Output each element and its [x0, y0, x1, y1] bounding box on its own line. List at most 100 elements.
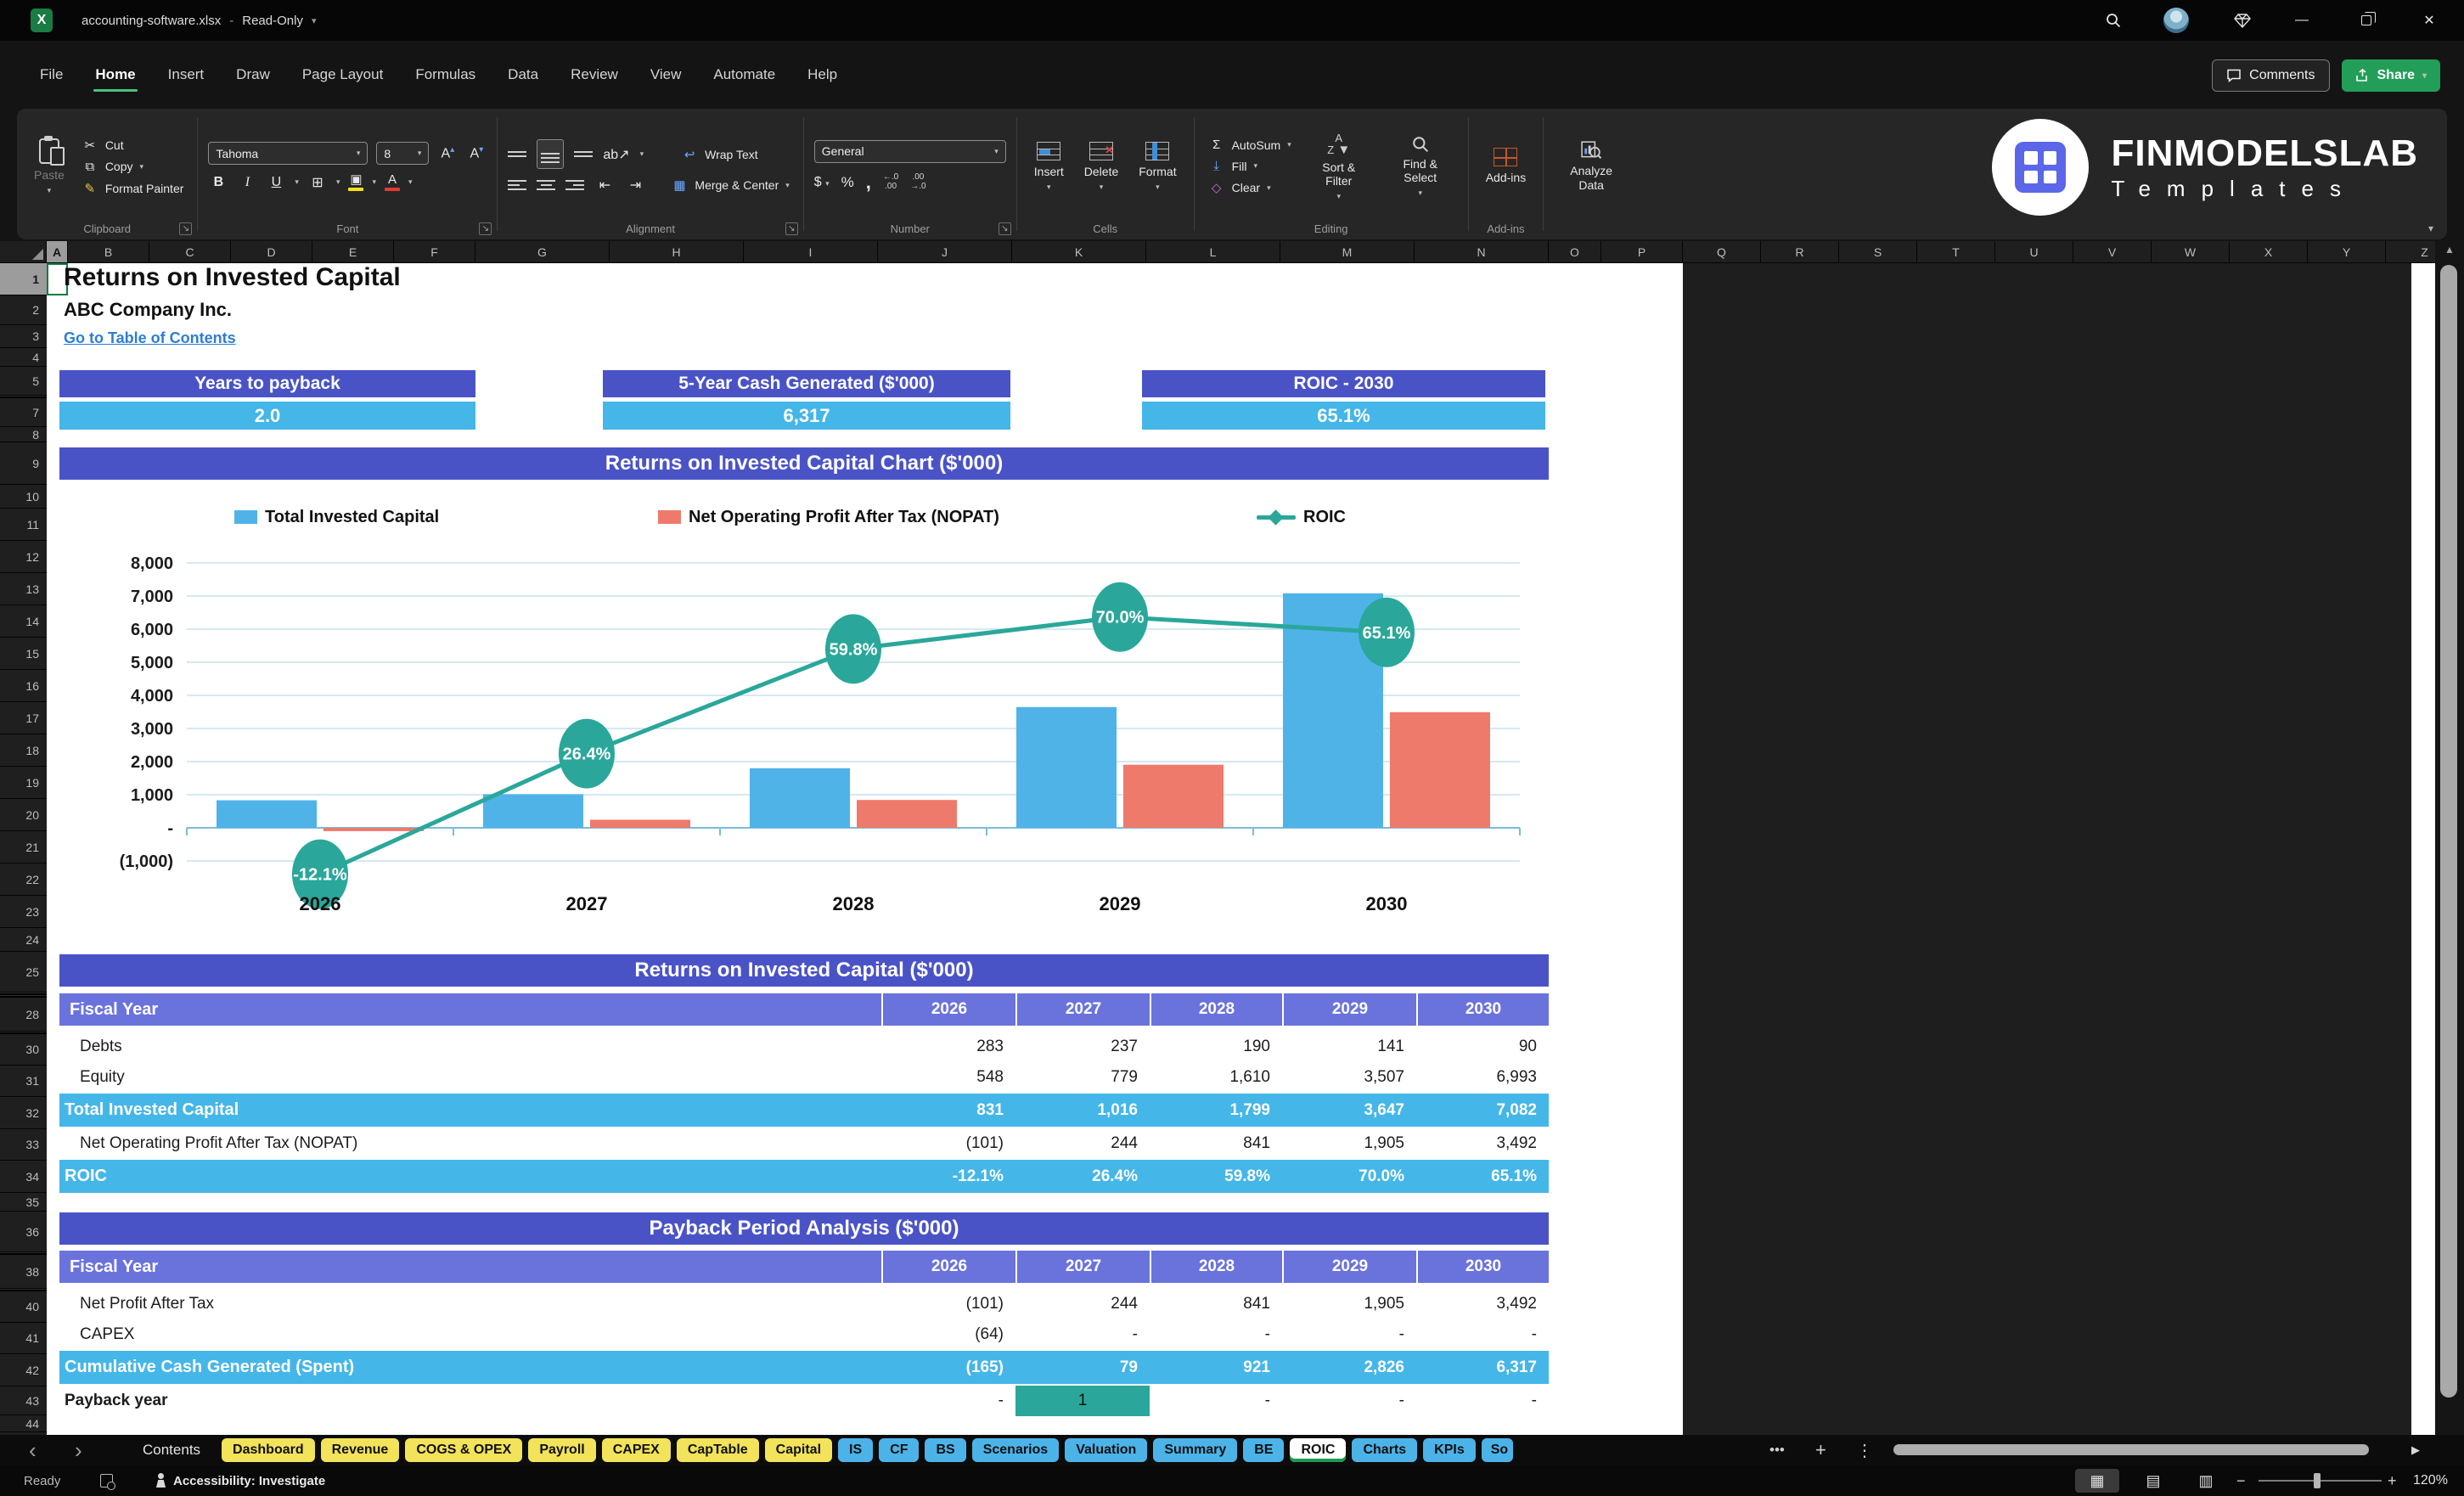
vertical-scrollbar[interactable]: ▲ [2435, 241, 2464, 1435]
comments-button[interactable]: Comments [2212, 59, 2330, 92]
menu-tab-page-layout[interactable]: Page Layout [288, 58, 397, 92]
increase-font-button[interactable]: A▴ [437, 145, 458, 161]
cell-2027[interactable]: 244 [1015, 1289, 1150, 1319]
fiscal-year-2028[interactable]: 2028 [1150, 993, 1282, 1026]
menu-tab-automate[interactable]: Automate [699, 58, 790, 92]
cell-2026[interactable]: (64) [881, 1319, 1015, 1350]
row-header-38[interactable]: 38 [0, 1255, 47, 1289]
column-header-O[interactable]: O [1549, 241, 1601, 263]
column-header-P[interactable]: P [1601, 241, 1683, 263]
cell-2026[interactable]: 831 [881, 1094, 1015, 1127]
cell-2028[interactable]: 1,799 [1150, 1094, 1282, 1127]
cell-2026[interactable]: (165) [881, 1351, 1015, 1384]
cell-2030[interactable]: - [1416, 1386, 1549, 1416]
cell-2028[interactable]: 59.8% [1150, 1160, 1282, 1193]
sheet-tab-valuation[interactable]: Valuation [1065, 1438, 1148, 1462]
font-color-button[interactable]: A [385, 173, 400, 191]
cell-2026[interactable]: (101) [881, 1128, 1015, 1159]
sheet-tab-dashboard[interactable]: Dashboard [222, 1438, 315, 1462]
restore-button[interactable] [2352, 7, 2381, 34]
page-layout-view-button[interactable]: ▤ [2131, 1469, 2175, 1493]
cell-2028[interactable]: 921 [1150, 1351, 1282, 1384]
number-dialog-launcher[interactable]: ↘ [998, 222, 1011, 235]
row-header-15[interactable]: 15 [0, 638, 47, 670]
cell-2028[interactable]: 841 [1150, 1289, 1282, 1319]
row-header-32[interactable]: 32 [0, 1097, 47, 1129]
cell-2029[interactable]: 141 [1282, 1032, 1416, 1062]
menu-tab-formulas[interactable]: Formulas [401, 58, 490, 92]
row-header-13[interactable]: 13 [0, 573, 47, 605]
kpi-value-2[interactable]: 6,317 [603, 402, 1010, 430]
row-header-16[interactable]: 16 [0, 670, 47, 702]
column-header-F[interactable]: F [394, 241, 475, 263]
cell-2030[interactable]: 3,492 [1416, 1128, 1549, 1159]
align-right-icon[interactable] [565, 178, 585, 192]
sheet-tab-scenarios[interactable]: Scenarios [971, 1438, 1060, 1462]
bar-nopat-2030[interactable] [1390, 711, 1490, 828]
orientation-chevron[interactable]: ▾ [640, 149, 644, 159]
cell-2029[interactable]: 1,905 [1282, 1289, 1416, 1319]
sheet-tab-kpis[interactable]: KPIs [1423, 1438, 1476, 1462]
column-header-G[interactable]: G [475, 241, 610, 263]
row-header-2[interactable]: 2 [0, 295, 47, 325]
row-header-40[interactable]: 40 [0, 1291, 47, 1323]
table-row-roic-5[interactable]: ROIC -12.1% 26.4% 59.8% 70.0% 65.1% [59, 1160, 1549, 1193]
account-button[interactable] [2162, 7, 2191, 34]
cell-2029[interactable]: - [1282, 1319, 1416, 1350]
sheet-tab-summary[interactable]: Summary [1153, 1438, 1238, 1462]
cell-2026[interactable]: 283 [881, 1032, 1015, 1062]
row-header-24[interactable]: 24 [0, 928, 47, 952]
bar-nopat-2026[interactable] [323, 828, 424, 831]
row-header-28[interactable]: 28 [0, 998, 47, 1032]
percent-format-button[interactable]: % [841, 174, 854, 191]
cell-2026[interactable]: (101) [881, 1289, 1015, 1319]
cell-2027[interactable]: 244 [1015, 1128, 1150, 1159]
cell-2027[interactable]: 79 [1015, 1351, 1150, 1384]
sheet-tab-payroll[interactable]: Payroll [528, 1438, 596, 1462]
row-header-1[interactable]: 1 [0, 263, 47, 295]
align-bottom-icon[interactable] [574, 148, 593, 161]
column-header-A[interactable]: A [47, 241, 68, 263]
decrease-font-button[interactable]: A▾ [466, 145, 487, 161]
accessibility-button[interactable]: Accessibility: Investigate [155, 1465, 325, 1496]
close-button[interactable]: ✕ [2415, 7, 2444, 34]
cell-2029[interactable]: 70.0% [1282, 1160, 1416, 1193]
font-size-select[interactable]: 8 ▾ [376, 142, 430, 165]
italic-button[interactable]: I [237, 175, 257, 190]
cell-2028[interactable]: 190 [1150, 1032, 1282, 1062]
fiscal-year-2028[interactable]: 2028 [1150, 1251, 1282, 1283]
row-header-19[interactable]: 19 [0, 767, 47, 799]
kpi-header-2[interactable]: 5-Year Cash Generated ($'000) [603, 370, 1010, 397]
row-header-9[interactable]: 9 [0, 442, 47, 485]
table-banner-roic[interactable]: Returns on Invested Capital ($'000) [59, 954, 1549, 987]
bar-invested-capital-2028[interactable] [750, 768, 850, 828]
fiscal-year-2027[interactable]: 2027 [1015, 993, 1150, 1026]
copy-button[interactable]: ⧉ Copy ▾ [78, 159, 188, 175]
sheet-tab-contents[interactable]: Contents [127, 1438, 216, 1462]
format-cells-button[interactable]: Format ▾ [1132, 138, 1183, 194]
column-header-L[interactable]: L [1146, 241, 1280, 263]
column-header-Y[interactable]: Y [2308, 241, 2386, 263]
column-header-I[interactable]: I [744, 241, 878, 263]
column-header-N[interactable]: N [1415, 241, 1549, 263]
kpi-header-3[interactable]: ROIC - 2030 [1142, 370, 1545, 397]
menu-tab-file[interactable]: File [25, 58, 77, 92]
delete-cells-button[interactable]: ✕ Delete ▾ [1077, 138, 1125, 194]
premium-button[interactable] [2228, 7, 2257, 34]
sheet-tab-so[interactable]: So [1481, 1438, 1514, 1462]
currency-format-button[interactable]: $ ▾ [814, 175, 830, 190]
column-header-X[interactable]: X [2230, 241, 2308, 263]
row-header-42[interactable]: 42 [0, 1354, 47, 1386]
table-row-payback-1[interactable]: Net Profit After Tax (101) 244 841 1,905 3,49… [59, 1289, 1549, 1319]
align-top-icon[interactable] [508, 148, 527, 161]
scroll-up-icon[interactable]: ▲ [2435, 244, 2464, 256]
table-row-payback-2[interactable]: CAPEX (64) - - - - [59, 1319, 1549, 1350]
sheet-tab-is[interactable]: IS [838, 1438, 874, 1462]
table-row-payback-3[interactable]: Cumulative Cash Generated (Spent) (165) 79… [59, 1351, 1549, 1384]
underline-options-chevron[interactable]: ▾ [295, 177, 299, 187]
clipboard-dialog-launcher[interactable]: ↘ [179, 222, 193, 235]
paste-button[interactable]: Paste ▾ [27, 135, 71, 198]
row-header-22[interactable]: 22 [0, 863, 47, 896]
autosum-button[interactable]: Σ AutoSum ▾ [1205, 137, 1295, 153]
column-header-T[interactable]: T [1917, 241, 1995, 263]
